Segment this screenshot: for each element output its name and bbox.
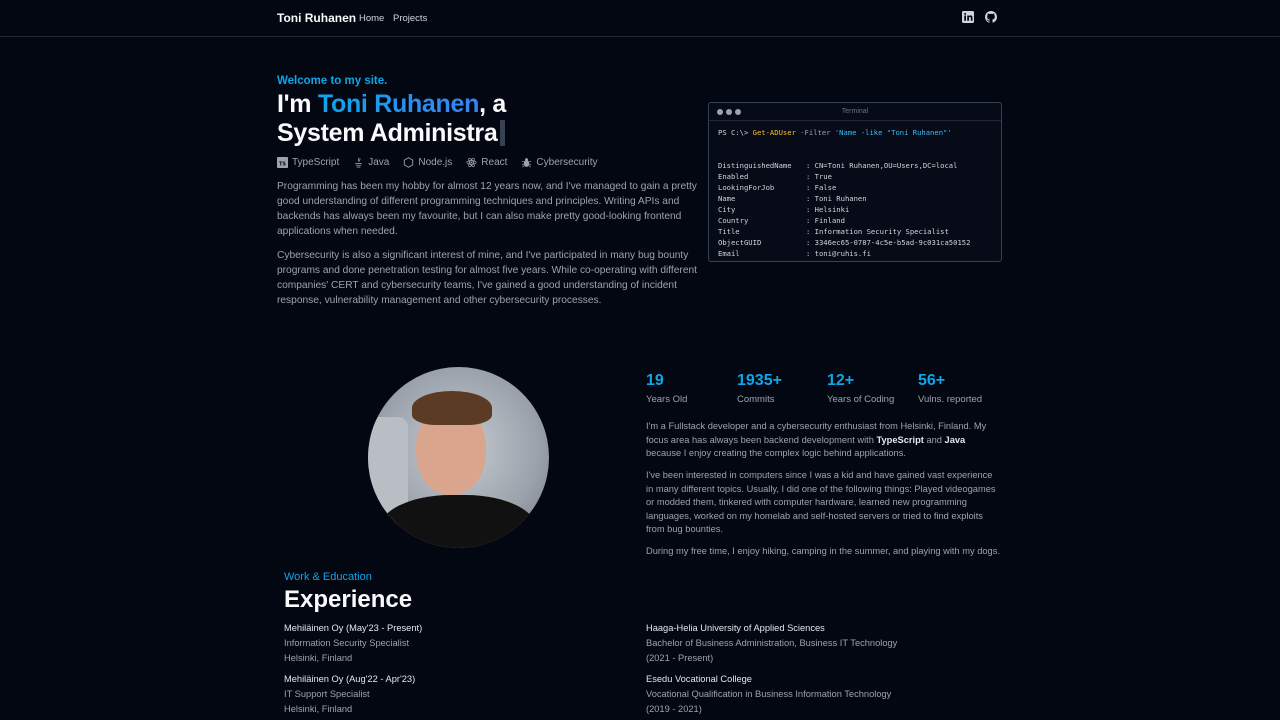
welcome-text: Welcome to my site. [277,75,388,87]
terminal-row: City: Helsinki [718,205,850,214]
work-entry: Mehiläinen Oy (May'23 - Present) Informa… [284,623,423,663]
navbar: Toni Ruhanen Home Projects [0,0,1280,37]
terminal-window: Terminal PS C:\> Get-ADUser -Filter 'Nam… [708,102,1002,262]
title-name: Toni Ruhanen [317,90,480,118]
about-paragraph-1: I'm a Fullstack developer and a cybersec… [646,421,987,458]
terminal-row: Title: Information Security Specialist [718,227,949,236]
skills-list: TS TypeScript Java Node.js React Cyberse… [277,157,598,168]
profile-photo [368,367,549,548]
terminal-row: DistinguishedName: CN=Toni Ruhanen,OU=Us… [718,161,958,170]
nav-link-projects[interactable]: Projects [393,13,427,24]
typing-cursor [500,120,506,146]
skill-java: Java [353,157,389,168]
stat-commits: 1935+ Commits [737,372,782,405]
terminal-row: ObjectGUID: 3346ec65-0787-4c5e-b5ad-9c03… [718,238,971,247]
terminal-titlebar: Terminal [709,103,1001,121]
skill-react: React [466,157,507,168]
skill-nodejs: Node.js [403,157,452,168]
terminal-row: Enabled: True [718,172,832,181]
terminal-command-line: PS C:\> Get-ADUser -Filter 'Name -like "… [718,128,952,137]
about-paragraph-2: I've been interested in computers since … [646,470,996,534]
brand-link[interactable]: Toni Ruhanen [277,11,356,25]
nodejs-icon [404,157,414,168]
section-label: Work & Education [284,571,372,583]
svg-text:TS: TS [279,161,286,167]
java-icon [355,157,362,168]
title-prefix: I'm [277,90,318,118]
hero-title: I'm Toni Ruhanen, a System Administra [277,90,697,148]
bug-icon [522,158,532,168]
skill-cybersecurity: Cybersecurity [521,157,598,168]
stat-vulns: 56+ Vulns. reported [918,372,983,405]
about-paragraph-3: During my free time, I enjoy hiking, cam… [646,546,1000,556]
section-title: Experience [284,586,413,613]
react-icon [466,157,477,168]
terminal-row: Email: toni@ruhis.fi [718,249,871,258]
linkedin-icon[interactable] [962,11,974,23]
nav-link-home[interactable]: Home [359,13,384,24]
github-icon[interactable] [985,11,997,23]
education-entry: Esedu Vocational College Vocational Qual… [646,674,892,714]
work-entry: Mehiläinen Oy (Aug'22 - Apr'23) IT Suppo… [284,674,416,714]
education-entry: Haaga-Helia University of Applied Scienc… [646,623,898,663]
stat-years-coding: 12+ Years of Coding [827,372,895,405]
terminal-title: Terminal [841,108,869,115]
terminal-output: DistinguishedName: CN=Toni Ruhanen,OU=Us… [718,160,992,259]
typed-role: System Administra [277,119,498,147]
terminal-row: Name: Toni Ruhanen [718,194,867,203]
skill-typescript: TS TypeScript [277,157,340,168]
terminal-row: Country: Finland [718,216,845,225]
terminal-row: LookingForJob: False [718,183,837,192]
title-suffix: , a [479,90,506,118]
intro-paragraph-1: Programming has been my hobby for almost… [277,181,697,237]
terminal-body: PS C:\> Get-ADUser -Filter 'Name -like "… [709,121,1001,265]
intro-paragraph-2: Cybersecurity is also a significant inte… [277,250,697,306]
stat-age: 19 Years Old [646,372,688,405]
typescript-icon: TS [277,157,288,168]
